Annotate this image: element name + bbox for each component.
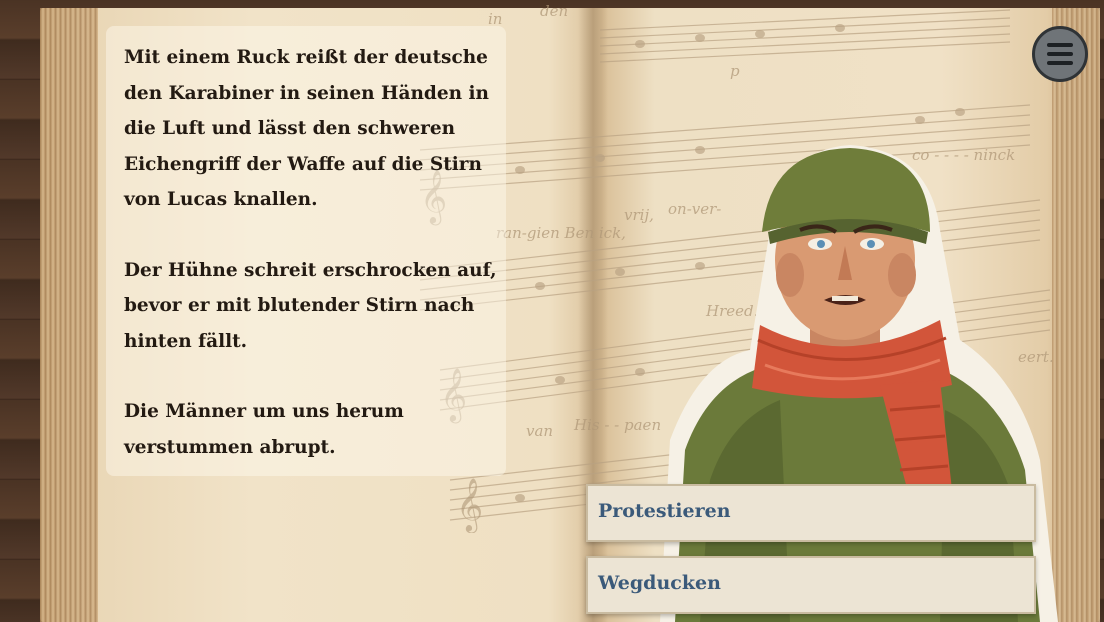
story-paragraph-1: Mit einem Ruck reißt der deutsche den Ka…	[124, 47, 490, 210]
menu-bar	[1047, 43, 1073, 47]
hamburger-menu-icon[interactable]	[1032, 26, 1088, 82]
choice-button-wegducken[interactable]: Wegducken	[586, 556, 1036, 614]
story-text: Mit einem Ruck reißt der deutsche den Ka…	[124, 40, 504, 500]
character-portrait	[660, 145, 1058, 622]
lyric: den	[540, 2, 568, 20]
lyric: van	[526, 422, 553, 440]
story-paragraph-2: Der Hühne schreit erschrocken auf, bevor…	[124, 259, 497, 352]
choice-label: Wegducken	[598, 572, 721, 594]
story-paragraph-3: Die Männer um uns herum verstummen abrup…	[124, 401, 404, 458]
menu-bar	[1047, 61, 1073, 65]
lyric: ran-gien Ben ick,	[496, 224, 626, 242]
choice-button-protestieren[interactable]: Protestieren	[586, 484, 1036, 542]
choice-label: Protestieren	[598, 500, 731, 522]
staff-1	[599, 9, 1011, 63]
menu-bar	[1047, 52, 1073, 56]
lyric: p	[730, 62, 740, 80]
